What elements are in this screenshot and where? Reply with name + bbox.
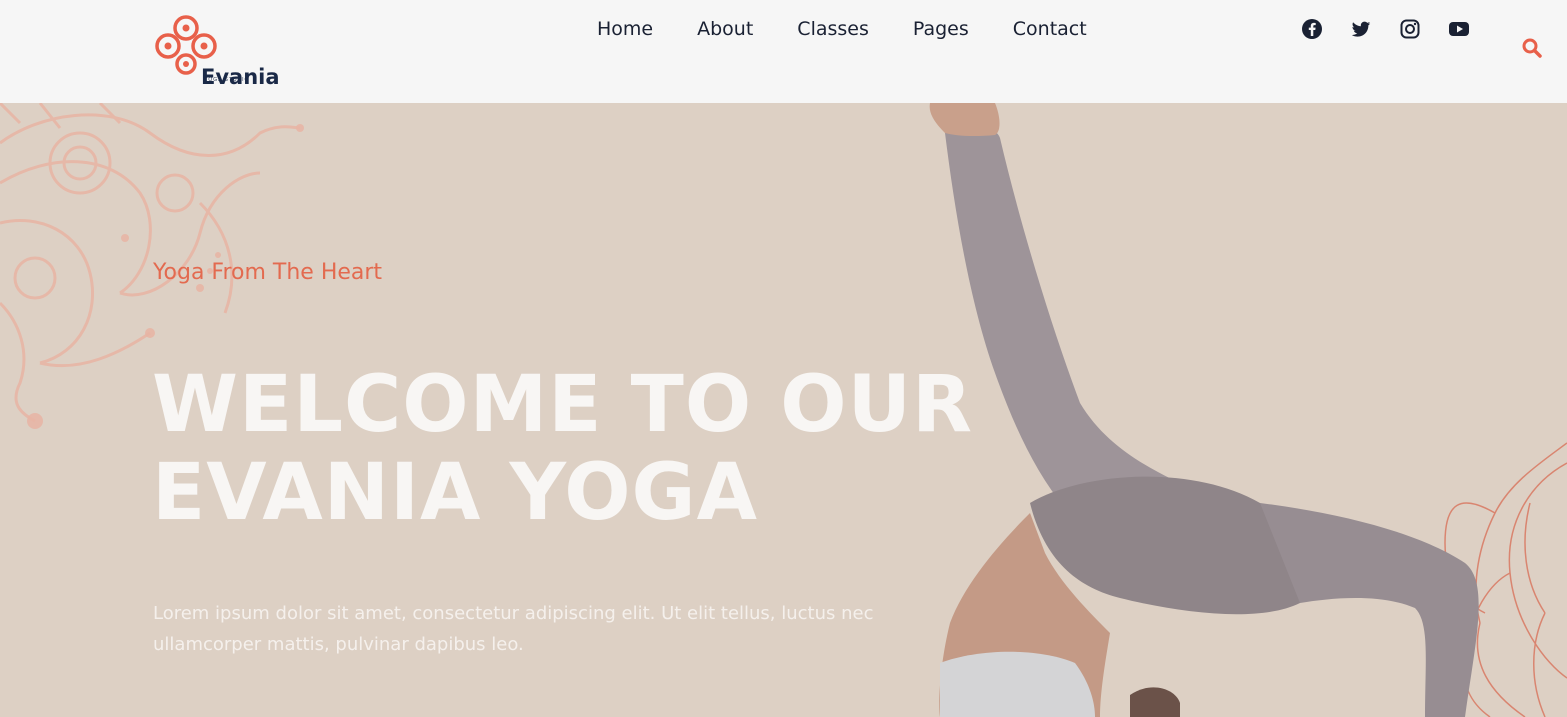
site-logo[interactable]: Evania YOGA STUDIO <box>154 13 294 89</box>
main-nav: Home About Classes Pages Contact <box>597 16 1131 42</box>
hero-section: Yoga From The Heart WELCOME TO OUR EVANI… <box>0 103 1567 717</box>
instagram-icon[interactable] <box>1399 18 1421 40</box>
site-header: Evania YOGA STUDIO Home About Classes Pa… <box>0 0 1567 103</box>
search-icon[interactable] <box>1521 37 1543 59</box>
hero-description: Lorem ipsum dolor sit amet, consectetur … <box>153 603 874 655</box>
youtube-icon[interactable] <box>1448 18 1470 40</box>
hero-tagline: Yoga From The Heart <box>153 260 383 285</box>
hero-title: WELCOME TO OUR EVANIA YOGA <box>152 361 982 537</box>
nav-home[interactable]: Home <box>597 16 653 42</box>
hero-title-line-1: WELCOME TO OUR <box>152 360 974 450</box>
hero-title-line-2: EVANIA YOGA <box>152 448 758 538</box>
nav-contact[interactable]: Contact <box>1013 16 1087 42</box>
nav-classes[interactable]: Classes <box>797 16 869 42</box>
logo-subtitle: YOGA STUDIO <box>204 77 250 83</box>
nav-pages[interactable]: Pages <box>913 16 969 42</box>
yoga-figure-illustration <box>929 103 1479 717</box>
nav-about[interactable]: About <box>697 16 753 42</box>
social-links <box>1301 18 1497 40</box>
twitter-icon[interactable] <box>1350 18 1372 40</box>
facebook-icon[interactable] <box>1301 18 1323 40</box>
